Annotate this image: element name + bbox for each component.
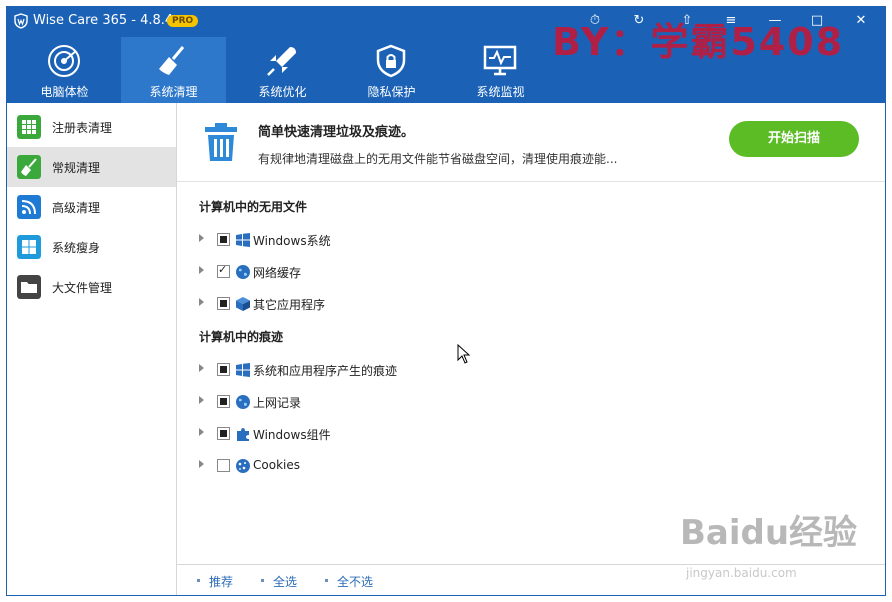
cookie-icon [236, 459, 250, 473]
sidebar-item-common-clean[interactable]: 常规清理 [7, 147, 176, 187]
upgrade-icon[interactable]: ⇧ [679, 13, 695, 29]
tab-system-clean[interactable]: 系统清理 [121, 37, 226, 103]
signal-icon [17, 195, 41, 219]
expand-arrow-icon[interactable] [199, 428, 204, 436]
sidebar-item-advanced-clean[interactable]: 高级清理 [7, 187, 176, 227]
radar-icon [48, 45, 80, 77]
select-all-link[interactable]: 全选 [260, 573, 297, 590]
puzzle-icon [237, 428, 249, 441]
select-none-link[interactable]: 全不选 [324, 573, 373, 590]
menu-icon[interactable]: ≡ [723, 13, 739, 29]
monitor-pulse-icon [483, 45, 517, 76]
list-item-label: 其它应用程序 [253, 298, 326, 312]
checkbox[interactable] [217, 459, 230, 472]
baidu-url: jingyan.baidu.com [686, 566, 797, 580]
tab-label: 系统优化 [258, 85, 307, 99]
tab-label: 系统清理 [149, 85, 198, 99]
grid-icon [17, 115, 41, 139]
globe-icon [236, 265, 250, 279]
tab-system-optimize[interactable]: 系统优化 [230, 37, 335, 103]
page-description: 有规律地清理磁盘上的无用文件能节省磁盘空间，清理使用痕迹能... [258, 152, 618, 166]
tab-label: 隐私保护 [367, 85, 416, 99]
list-item-cookies[interactable]: Cookies [199, 456, 599, 476]
list-item-label: 网络缓存 [253, 266, 302, 280]
list-item-label: Cookies [253, 458, 300, 472]
mouse-cursor-icon [457, 344, 471, 364]
checkbox[interactable] [217, 263, 230, 278]
sidebar-item-label: 大文件管理 [52, 281, 113, 295]
list-item-windows-components[interactable]: Windows组件 [199, 424, 599, 444]
list-item-label: Windows组件 [253, 428, 331, 442]
list-item-network-cache[interactable]: 网络缓存 [199, 262, 599, 282]
list-item-system-app-traces[interactable]: 系统和应用程序产生的痕迹 [199, 360, 599, 380]
sidebar-item-label: 注册表清理 [52, 121, 113, 135]
app-title: Wise Care 365 - 4.8.4 [33, 13, 174, 28]
expand-arrow-icon[interactable] [199, 364, 204, 372]
expand-arrow-icon[interactable] [199, 460, 204, 468]
section-title-traces: 计算机中的痕迹 [199, 330, 284, 344]
sidebar-item-system-slim[interactable]: 系统瘦身 [7, 227, 176, 267]
sidebar: 注册表清理 常规清理 高级清理 系统瘦身 大文件管理 [7, 103, 177, 595]
checkbox[interactable] [217, 427, 230, 440]
recommend-link[interactable]: 推荐 [196, 573, 233, 590]
tab-privacy[interactable]: 隐私保护 [339, 37, 444, 103]
checkbox[interactable] [217, 363, 230, 376]
page-title: 简单快速清理垃圾及痕迹。 [258, 125, 415, 140]
windows-icon [236, 363, 250, 377]
windows-icon [17, 235, 41, 259]
list-item-label: Windows系统 [253, 234, 331, 248]
section-title-useless-files: 计算机中的无用文件 [199, 200, 308, 214]
list-item-label: 系统和应用程序产生的痕迹 [253, 364, 398, 378]
start-scan-button[interactable]: 开始扫描 [729, 121, 859, 157]
globe-icon [236, 395, 250, 409]
timer-icon[interactable]: ⏱ [587, 13, 603, 29]
tab-pc-checkup[interactable]: 电脑体检 [12, 37, 117, 103]
list-item-browsing-history[interactable]: 上网记录 [199, 392, 599, 412]
top-bar: Wise Care 365 - 4.8.4 PRO BY：学霸5408 ⏱ ↻ … [7, 7, 885, 103]
checkbox[interactable] [217, 233, 230, 246]
list-item-label: 上网记录 [253, 396, 302, 410]
cube-icon [236, 297, 250, 311]
refresh-icon[interactable]: ↻ [631, 13, 647, 29]
tab-system-monitor[interactable]: 系统监视 [448, 37, 553, 103]
expand-arrow-icon[interactable] [199, 266, 204, 274]
close-icon[interactable]: ✕ [853, 13, 869, 29]
folder-icon [17, 275, 41, 299]
expand-arrow-icon[interactable] [199, 298, 204, 306]
sidebar-item-label: 高级清理 [52, 201, 101, 215]
sidebar-item-label: 常规清理 [52, 161, 101, 175]
expand-arrow-icon[interactable] [199, 396, 204, 404]
shield-lock-icon [376, 44, 406, 78]
title-bar: Wise Care 365 - 4.8.4 PRO BY：学霸5408 ⏱ ↻ … [7, 7, 885, 64]
app-logo-icon [14, 13, 28, 29]
trash-icon [205, 123, 237, 161]
sidebar-item-large-file-manager[interactable]: 大文件管理 [7, 267, 176, 307]
sidebar-item-registry-clean[interactable]: 注册表清理 [7, 107, 176, 147]
maximize-icon[interactable]: □ [809, 13, 825, 29]
baidu-watermark: Baidu经验 [680, 513, 858, 553]
header-panel: 简单快速清理垃圾及痕迹。 有规律地清理磁盘上的无用文件能节省磁盘空间，清理使用痕… [177, 103, 885, 182]
broom-icon [17, 155, 41, 179]
tab-label: 系统监视 [476, 85, 525, 99]
rocket-icon [267, 47, 296, 76]
tab-label: 电脑体检 [40, 85, 89, 99]
sidebar-item-label: 系统瘦身 [52, 241, 101, 255]
checkbox[interactable] [217, 395, 230, 408]
expand-arrow-icon[interactable] [199, 234, 204, 242]
broom-icon [159, 46, 185, 75]
windows-icon [236, 233, 250, 247]
checkbox[interactable] [217, 297, 230, 310]
minimize-icon[interactable]: — [767, 13, 783, 29]
pro-badge: PRO [167, 15, 199, 27]
list-item-windows-system[interactable]: Windows系统 [199, 230, 599, 250]
list-item-other-apps[interactable]: 其它应用程序 [199, 294, 599, 314]
